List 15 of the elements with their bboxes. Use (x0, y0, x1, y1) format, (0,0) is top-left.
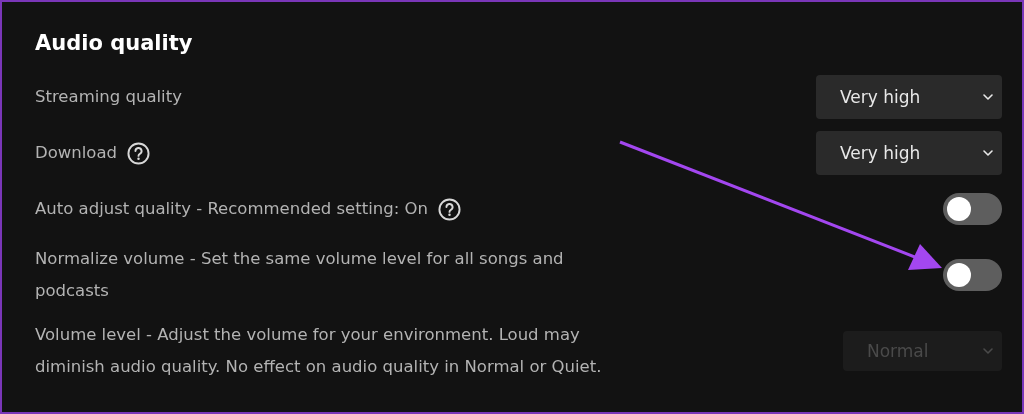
setting-label: Download (35, 142, 118, 164)
setting-label: Streaming quality (35, 86, 182, 108)
chevron-down-icon (982, 149, 994, 157)
section-title: Audio quality (35, 30, 194, 57)
toggle-switch[interactable] (943, 259, 1002, 291)
chevron-down-icon (982, 347, 994, 355)
chevron-down-icon (982, 93, 994, 101)
setting-label: Normalize volume - Set the same volume level for all songs and podcasts (35, 248, 565, 302)
help-icon[interactable] (438, 197, 461, 221)
setting-label: Auto adjust quality - Recommended setting: On (35, 198, 428, 220)
dropdown[interactable]: Very high (816, 75, 1002, 119)
setting-label: Volume level - Adjust the volume for your environment. Loud may diminish audio quality. No effect on audio quality in Normal or Quiet. (35, 324, 603, 378)
toggle-switch[interactable] (943, 193, 1002, 225)
help-icon[interactable] (127, 141, 151, 165)
dropdown[interactable]: Very high (816, 131, 1002, 175)
